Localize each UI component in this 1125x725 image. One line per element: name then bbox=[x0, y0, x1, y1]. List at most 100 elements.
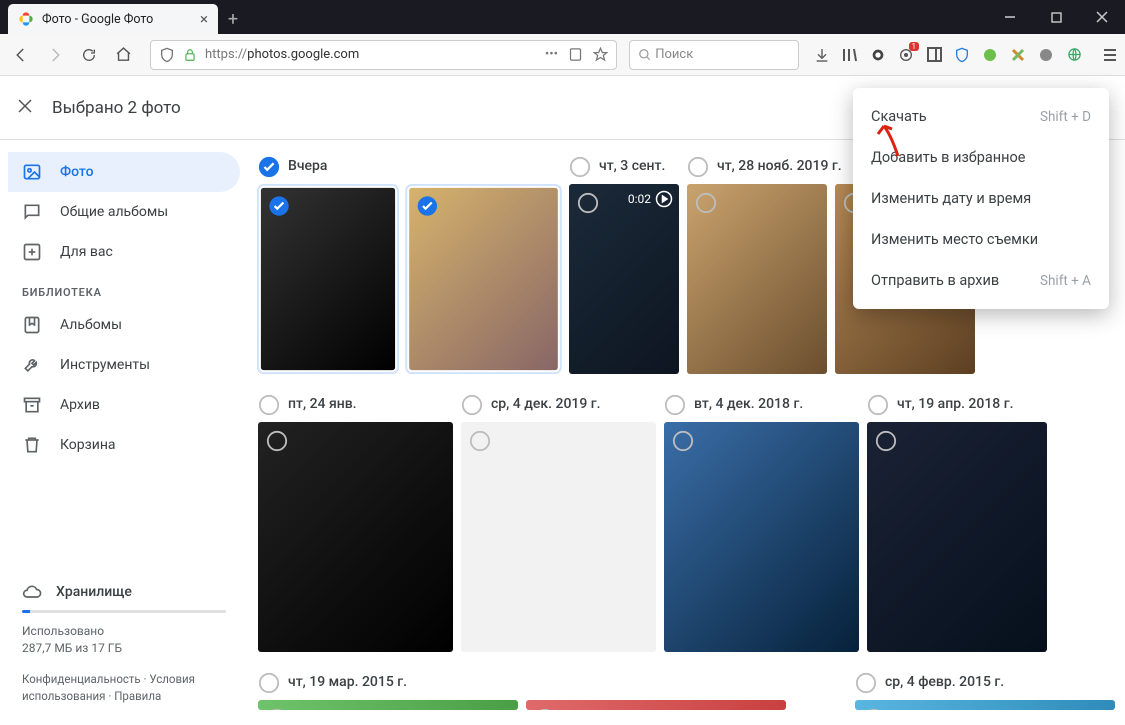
search-icon bbox=[638, 48, 652, 62]
nav-back[interactable] bbox=[6, 40, 36, 70]
photo-thumb[interactable]: 0:02 bbox=[569, 184, 679, 374]
group-header[interactable]: Вчера bbox=[258, 156, 561, 176]
hamburger-menu-icon[interactable] bbox=[1101, 46, 1119, 64]
menu-item[interactable]: Добавить в избранное bbox=[853, 137, 1109, 178]
thumb-check-icon[interactable] bbox=[577, 192, 599, 214]
extension-icons bbox=[813, 46, 1119, 64]
sidebar-item-plus-frame[interactable]: Для вас bbox=[8, 232, 240, 272]
thumb-check-icon[interactable] bbox=[534, 708, 556, 710]
thumb-check-icon[interactable] bbox=[672, 430, 694, 452]
library-icon[interactable] bbox=[841, 46, 859, 64]
play-icon bbox=[655, 190, 673, 208]
sidebar-item-image[interactable]: Фото bbox=[8, 152, 240, 192]
nav-home[interactable] bbox=[108, 40, 138, 70]
footer-rules[interactable]: Правила bbox=[114, 689, 161, 703]
sidebar-item-trash[interactable]: Корзина bbox=[8, 425, 240, 465]
page-actions-icon[interactable]: ••• bbox=[545, 47, 558, 62]
new-tab-button[interactable]: + bbox=[218, 4, 248, 34]
ext-globe-icon[interactable] bbox=[1065, 46, 1083, 64]
photo-thumb[interactable] bbox=[409, 188, 558, 370]
sidebar-section-library: БИБЛИОТЕКА bbox=[8, 272, 240, 305]
ext-notify-icon[interactable] bbox=[897, 46, 915, 64]
close-tab-icon[interactable]: × bbox=[200, 10, 208, 28]
photo-thumb[interactable] bbox=[664, 422, 859, 652]
menu-item[interactable]: Скачать Shift + D bbox=[853, 96, 1109, 137]
downloads-icon[interactable] bbox=[813, 46, 831, 64]
group-date: пт, 24 янв. bbox=[288, 396, 357, 412]
menu-item[interactable]: Изменить место съемки bbox=[853, 219, 1109, 260]
thumb-check-icon[interactable] bbox=[875, 430, 897, 452]
sidebar-item-chat[interactable]: Общие альбомы bbox=[8, 192, 240, 232]
sidebar-item-tools[interactable]: Инструменты bbox=[8, 345, 240, 385]
group-header[interactable]: чт, 19 апр. 2018 г. bbox=[867, 394, 1047, 414]
group-check-icon[interactable] bbox=[867, 394, 887, 414]
browser-search[interactable]: Поиск bbox=[629, 40, 799, 70]
photo-thumb[interactable] bbox=[687, 184, 827, 374]
url-host: photos.google.com bbox=[247, 47, 359, 62]
reader-icon[interactable] bbox=[568, 47, 583, 62]
photo-thumb[interactable] bbox=[867, 422, 1047, 652]
window-title-bar: Фото - Google Фото × + bbox=[0, 0, 1125, 34]
thumb-check-icon[interactable] bbox=[417, 195, 438, 216]
group-check-icon[interactable] bbox=[258, 672, 278, 692]
menu-label: Изменить место съемки bbox=[871, 231, 1038, 248]
sidebar-item-label: Для вас bbox=[60, 244, 113, 260]
sidebar-item-label: Архив bbox=[60, 397, 100, 413]
group-header[interactable]: чт, 3 сент. bbox=[569, 156, 679, 176]
group-check-icon[interactable] bbox=[855, 672, 875, 692]
group-header[interactable]: вт, 4 дек. 2018 г. bbox=[664, 394, 859, 414]
menu-label: Изменить дату и время bbox=[871, 190, 1031, 207]
url-bar[interactable]: https:// photos.google.com ••• bbox=[150, 40, 617, 70]
group-check-icon[interactable] bbox=[258, 156, 278, 176]
menu-label: Скачать bbox=[871, 108, 927, 125]
window-close[interactable] bbox=[1079, 0, 1125, 34]
group-date: ср, 4 дек. 2019 г. bbox=[491, 396, 601, 412]
group-check-icon[interactable] bbox=[569, 156, 589, 176]
clear-selection-button[interactable] bbox=[16, 96, 52, 120]
group-check-icon[interactable] bbox=[664, 394, 684, 414]
group-header[interactable]: пт, 24 янв. bbox=[258, 394, 453, 414]
ext-swirl-icon[interactable] bbox=[869, 46, 887, 64]
window-maximize[interactable] bbox=[1033, 0, 1079, 34]
photo-thumb[interactable] bbox=[855, 700, 1115, 710]
thumb-check-icon[interactable] bbox=[695, 192, 717, 214]
photo-thumb[interactable] bbox=[258, 422, 453, 652]
menu-item[interactable]: Изменить дату и время bbox=[853, 178, 1109, 219]
group-check-icon[interactable] bbox=[687, 156, 707, 176]
group-check-icon[interactable] bbox=[461, 394, 481, 414]
group-header[interactable]: ср, 4 дек. 2019 г. bbox=[461, 394, 656, 414]
ext-grey-circle-icon[interactable] bbox=[1037, 46, 1055, 64]
lock-icon bbox=[183, 48, 197, 62]
menu-item[interactable]: Отправить в архивShift + A bbox=[853, 260, 1109, 301]
nav-reload[interactable] bbox=[74, 40, 104, 70]
footer-privacy[interactable]: Конфиденциальность bbox=[22, 672, 141, 686]
sidebar-item-bookmark[interactable]: Альбомы bbox=[8, 305, 240, 345]
storage-block[interactable]: Хранилище Использовано 287,7 МБ из 17 ГБ bbox=[8, 568, 240, 671]
thumb-check-icon[interactable] bbox=[266, 430, 288, 452]
window-minimize[interactable] bbox=[987, 0, 1033, 34]
ublock-icon[interactable] bbox=[953, 46, 971, 64]
group-header[interactable]: ср, 4 февр. 2015 г. bbox=[855, 672, 1115, 692]
thumb-check-icon[interactable] bbox=[863, 708, 885, 710]
bookmark-star-icon[interactable] bbox=[593, 47, 608, 62]
menu-shortcut: Shift + D bbox=[1040, 109, 1091, 125]
photo-thumb[interactable] bbox=[261, 188, 395, 370]
storage-bar bbox=[22, 610, 226, 613]
group-header[interactable]: чт, 19 мар. 2015 г. bbox=[258, 672, 786, 692]
browser-tab[interactable]: Фото - Google Фото × bbox=[8, 4, 218, 34]
thumb-check-icon[interactable] bbox=[469, 430, 491, 452]
photo-thumb[interactable] bbox=[526, 700, 786, 710]
sidebar: ФотоОбщие альбомы Для вас БИБЛИОТЕКА Альб… bbox=[0, 140, 248, 725]
thumb-check-icon[interactable] bbox=[268, 195, 289, 216]
sidebar-item-label: Корзина bbox=[60, 437, 116, 453]
sidebar-item-archive[interactable]: Архив bbox=[8, 385, 240, 425]
nav-forward bbox=[40, 40, 70, 70]
sidebar-ext-icon[interactable] bbox=[925, 46, 943, 64]
photo-thumb[interactable] bbox=[258, 700, 518, 710]
ext-green-icon[interactable] bbox=[981, 46, 999, 64]
thumb-check-icon[interactable] bbox=[266, 708, 288, 710]
group-check-icon[interactable] bbox=[258, 394, 278, 414]
photo-thumb[interactable] bbox=[461, 422, 656, 652]
ext-cross-icon[interactable] bbox=[1009, 46, 1027, 64]
group-date: ср, 4 февр. 2015 г. bbox=[885, 674, 1004, 690]
